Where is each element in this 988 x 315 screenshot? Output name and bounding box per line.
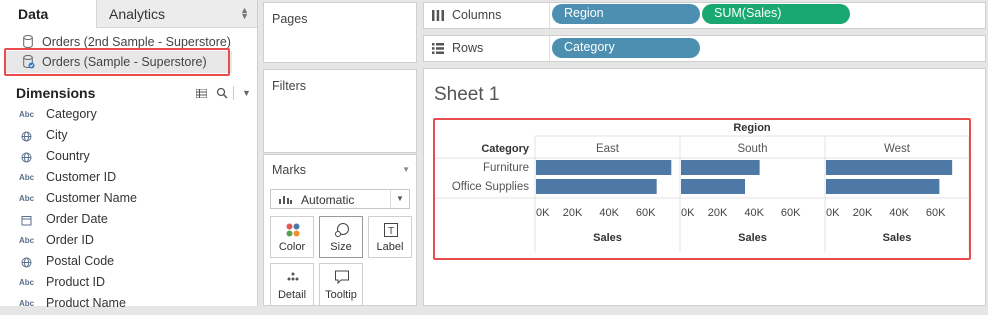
svg-text:T: T [388, 226, 394, 237]
dimension-field[interactable]: Order Date [0, 210, 257, 231]
string-type-icon: Abc [19, 194, 35, 203]
filters-panel[interactable]: Filters [263, 69, 417, 153]
string-type-icon: Abc [19, 236, 35, 245]
bar-chart-icon [279, 196, 292, 204]
columns-pill-region[interactable]: Region [552, 4, 700, 24]
dimension-field-label: Country [46, 149, 90, 163]
marks-label-label: Label [376, 241, 404, 253]
pages-panel[interactable]: Pages [263, 2, 417, 63]
marks-size-card[interactable]: Size [319, 216, 363, 258]
divider [549, 36, 550, 61]
view-grid-icon[interactable] [196, 89, 207, 98]
marks-tooltip-label: Tooltip [325, 289, 357, 301]
up-down-arrows-icon[interactable]: ▲ ▼ [240, 6, 249, 21]
dimension-field[interactable]: Country [0, 147, 257, 168]
columns-pill-sum-sales[interactable]: SUM(Sales) [702, 4, 850, 24]
dimension-field-label: Customer Name [46, 191, 137, 205]
chevron-down-icon[interactable]: ▼ [242, 88, 251, 98]
database-icon [23, 35, 33, 48]
marks-color-card[interactable]: Color [270, 216, 314, 258]
rows-icon [432, 43, 444, 54]
divider [549, 3, 550, 28]
globe-icon [21, 257, 32, 268]
pages-title: Pages [272, 12, 308, 26]
rows-label: Rows [452, 41, 484, 55]
dimension-field-label: City [46, 128, 68, 142]
dimension-field-label: Category [46, 107, 97, 121]
chevron-down-icon[interactable]: ▼ [402, 165, 410, 174]
dimension-field-label: Product ID [46, 275, 106, 289]
marks-detail-label: Detail [277, 289, 307, 301]
size-icon [335, 223, 349, 237]
string-type-icon: Abc [19, 110, 35, 119]
color-dots-icon [286, 223, 300, 237]
tab-analytics-label: Analytics [109, 6, 166, 22]
dimension-field[interactable]: Abc Customer ID [0, 168, 257, 189]
chart-highlight-box [433, 118, 971, 260]
divider [233, 86, 234, 100]
dimension-field-label: Order Date [46, 212, 108, 226]
datasource-label: Orders (2nd Sample - Superstore) [42, 35, 231, 49]
marks-title: Marks [272, 163, 307, 177]
string-type-icon: Abc [19, 173, 35, 182]
data-pane: Data Analytics ▲ ▼ Orders (2nd Sample - S… [0, 0, 258, 310]
chevron-down-icon: ▼ [390, 190, 409, 208]
datasource-highlight-box [4, 48, 230, 76]
marks-color-label: Color [278, 241, 306, 253]
rows-shelf[interactable]: Rows [423, 35, 986, 62]
dimensions-header: Dimensions ▼ [0, 82, 257, 104]
dimension-field-label: Customer ID [46, 170, 117, 184]
marks-tooltip-card[interactable]: Tooltip [319, 263, 363, 306]
tab-analytics[interactable]: Analytics ▲ ▼ [96, 0, 257, 28]
sheet-title[interactable]: Sheet 1 [434, 84, 500, 106]
dimensions-title: Dimensions [16, 85, 96, 101]
rows-pill-category[interactable]: Category [552, 38, 700, 58]
mark-type-label: Automatic [301, 193, 355, 207]
dimension-field[interactable]: Abc Category [0, 105, 257, 126]
dimension-field-label: Order ID [46, 233, 94, 247]
columns-label: Columns [452, 8, 502, 22]
dimension-field[interactable]: Abc Order ID [0, 231, 257, 252]
marks-label-card[interactable]: T Label [368, 216, 412, 258]
dimension-field[interactable]: City [0, 126, 257, 147]
dimension-field-label: Product Name [46, 296, 126, 310]
columns-icon [432, 10, 444, 21]
detail-dots-icon [287, 272, 299, 281]
dimension-field[interactable]: Postal Code [0, 252, 257, 273]
string-type-icon: Abc [19, 278, 35, 287]
search-icon[interactable] [216, 87, 228, 99]
dimension-field[interactable]: Abc Product ID [0, 273, 257, 294]
tooltip-icon [335, 270, 349, 285]
dimension-field[interactable]: Abc Customer Name [0, 189, 257, 210]
marks-detail-card[interactable]: Detail [270, 263, 314, 306]
tab-data[interactable]: Data [0, 0, 96, 28]
string-type-icon: Abc [19, 299, 35, 308]
marks-size-label: Size [330, 241, 352, 253]
dimension-field-label: Postal Code [46, 254, 115, 268]
label-text-icon: T [384, 223, 398, 237]
dimension-field[interactable]: Abc Product Name [0, 294, 257, 315]
globe-icon [21, 152, 32, 163]
filters-title: Filters [272, 79, 307, 93]
calendar-icon [21, 216, 32, 226]
globe-icon [21, 131, 32, 142]
mark-type-select[interactable]: Automatic ▼ [270, 189, 410, 209]
